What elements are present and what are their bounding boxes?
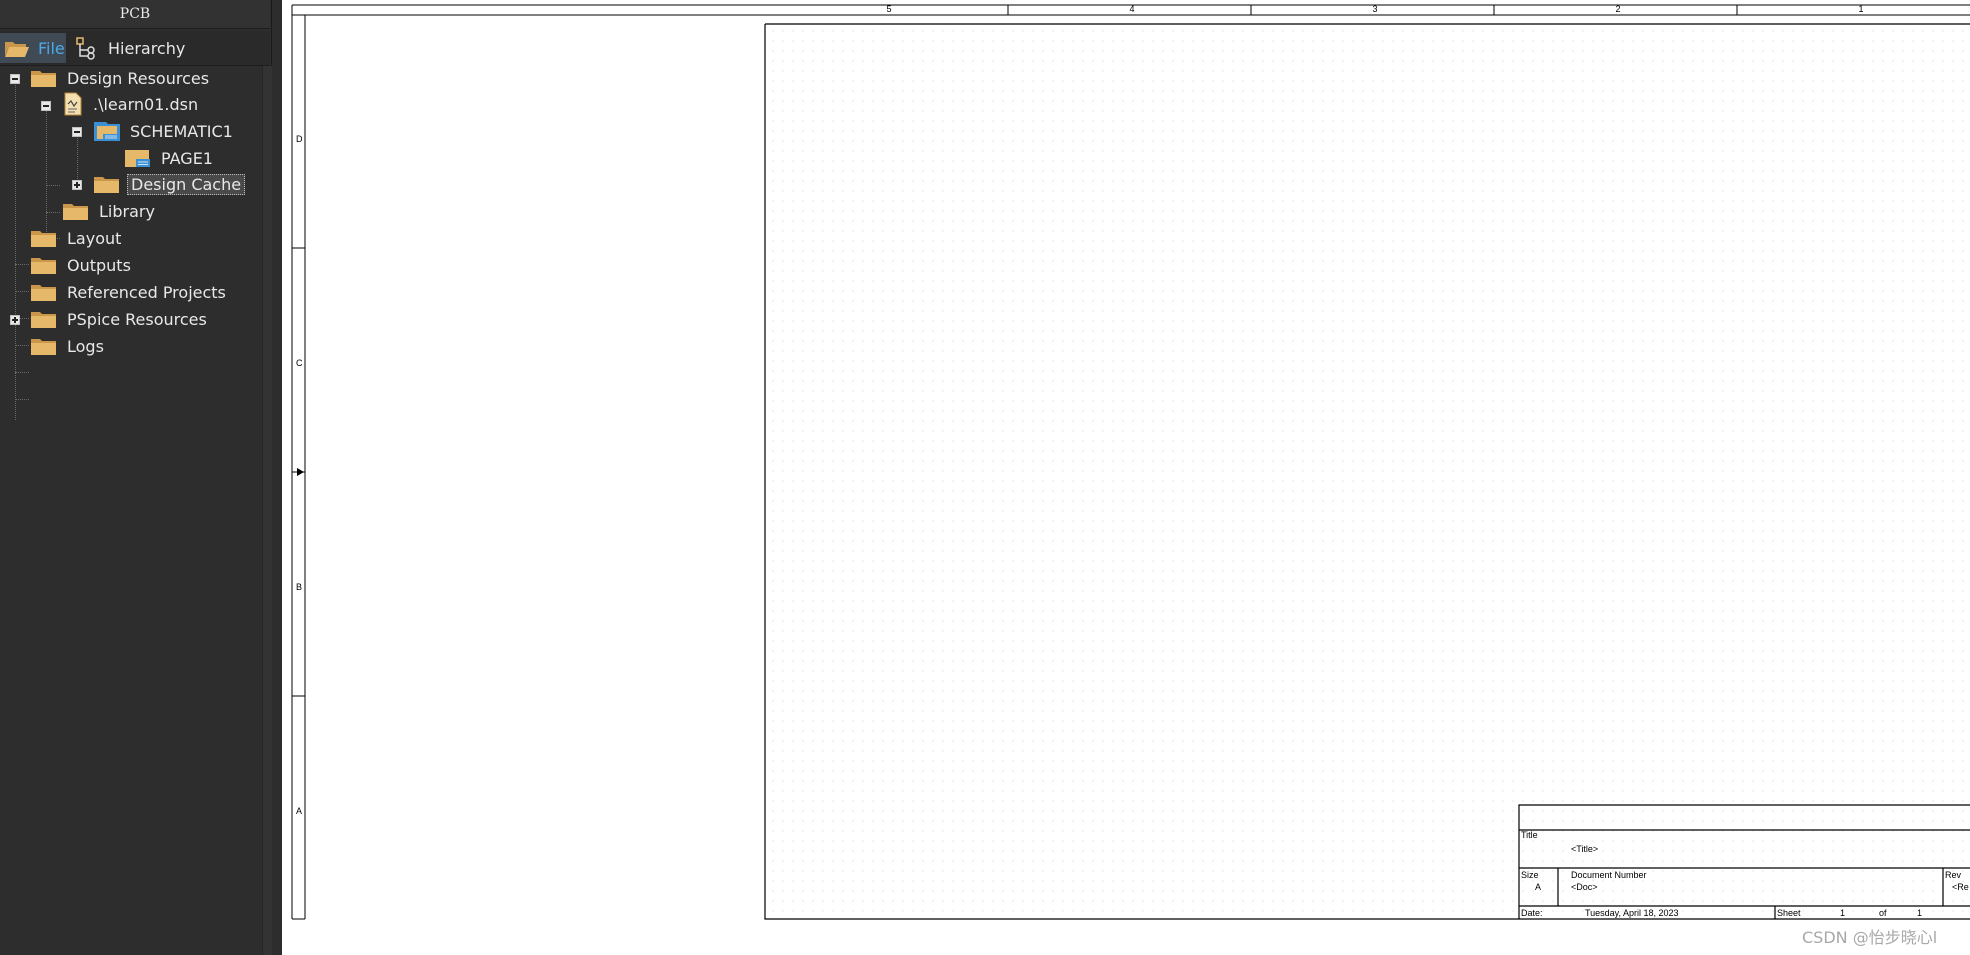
docnum-caption: Document Number: [1571, 870, 1647, 880]
folder-icon: [31, 312, 56, 328]
tree-item-library[interactable]: Library: [62, 199, 158, 223]
folder-icon: [31, 231, 56, 247]
project-tree: Design Resources .\learn01.dsn SCHEMATIC…: [0, 66, 262, 955]
tree-item-page1[interactable]: PAGE1: [124, 146, 216, 170]
tab-file-label: File: [38, 38, 65, 58]
tab-file[interactable]: File: [0, 33, 66, 63]
schematic-folder-icon: [94, 122, 120, 141]
row-label-c: C: [296, 358, 303, 368]
page-icon: [125, 150, 150, 167]
folder-icon: [63, 204, 88, 220]
folder-open-icon: [5, 42, 29, 57]
project-manager-panel: PCB File Hierarchy Design Resources .\le…: [0, 0, 272, 955]
tab-hierarchy-label: Hierarchy: [108, 38, 186, 58]
tree-item-logs[interactable]: Logs: [30, 334, 107, 358]
title-caption: Title: [1521, 830, 1538, 840]
collapse-toggle-design-resources[interactable]: [10, 74, 20, 84]
row-label-d: D: [296, 134, 303, 144]
tree-item-outputs[interactable]: Outputs: [30, 253, 134, 277]
docnum-value: <Doc>: [1571, 882, 1598, 892]
panel-tab-bar: File Hierarchy: [0, 31, 270, 66]
collapse-toggle-dsn[interactable]: [41, 101, 51, 111]
row-label-a: A: [296, 806, 302, 816]
tree-item-dsn-file[interactable]: .\learn01.dsn: [62, 92, 201, 116]
csdn-watermark: CSDN @怡步晓心l: [1802, 928, 1938, 947]
design-file-icon: [64, 92, 82, 116]
collapse-toggle-schematic[interactable]: [72, 127, 82, 137]
sheet-caption: Sheet: [1777, 908, 1801, 918]
folder-icon: [94, 177, 119, 193]
col-label-3: 3: [1372, 4, 1377, 14]
sheet-total: 1: [1917, 908, 1922, 918]
title-value: <Title>: [1571, 844, 1598, 854]
folder-icon: [31, 71, 56, 87]
tree-item-design-cache[interactable]: Design Cache: [93, 172, 246, 196]
schematic-page: 5 4 3 2 1 D C B A Title <Title> Size A D…: [291, 4, 1970, 920]
row-label-b: B: [296, 582, 302, 592]
drawing-grid: [765, 24, 1970, 919]
col-label-5: 5: [886, 4, 891, 14]
tree-item-pspice-resources[interactable]: PSpice Resources: [30, 307, 210, 331]
tree-item-schematic1[interactable]: SCHEMATIC1: [93, 119, 236, 143]
date-value: Tuesday, April 18, 2023: [1585, 908, 1679, 918]
tree-item-referenced-projects[interactable]: Referenced Projects: [30, 280, 229, 304]
expand-toggle-design-cache[interactable]: [72, 180, 82, 190]
of-caption: of: [1879, 908, 1887, 918]
rev-caption: Rev: [1945, 870, 1962, 880]
panel-title: PCB: [0, 0, 270, 29]
folder-icon: [31, 258, 56, 274]
date-caption: Date:: [1521, 908, 1543, 918]
folder-icon: [31, 285, 56, 301]
panel-splitter[interactable]: [272, 0, 282, 955]
tab-hierarchy[interactable]: Hierarchy: [70, 33, 190, 63]
sheet-number: 1: [1840, 908, 1845, 918]
size-caption: Size: [1521, 870, 1539, 880]
size-value: A: [1535, 882, 1541, 892]
expand-toggle-pspice-resources[interactable]: [10, 315, 20, 325]
col-label-2: 2: [1615, 4, 1620, 14]
rev-value: <Re: [1952, 882, 1969, 892]
panel-scrollbar[interactable]: [262, 66, 272, 955]
hierarchy-icon: [76, 37, 95, 60]
tree-item-design-resources[interactable]: Design Resources: [30, 66, 212, 90]
col-label-4: 4: [1129, 4, 1134, 14]
folder-icon: [31, 339, 56, 355]
tree-item-layout[interactable]: Layout: [30, 226, 124, 250]
schematic-canvas[interactable]: 5 4 3 2 1 D C B A Title <Title> Size A D…: [282, 0, 1970, 955]
col-label-1: 1: [1858, 4, 1863, 14]
sheet-center-marker: [297, 468, 304, 476]
